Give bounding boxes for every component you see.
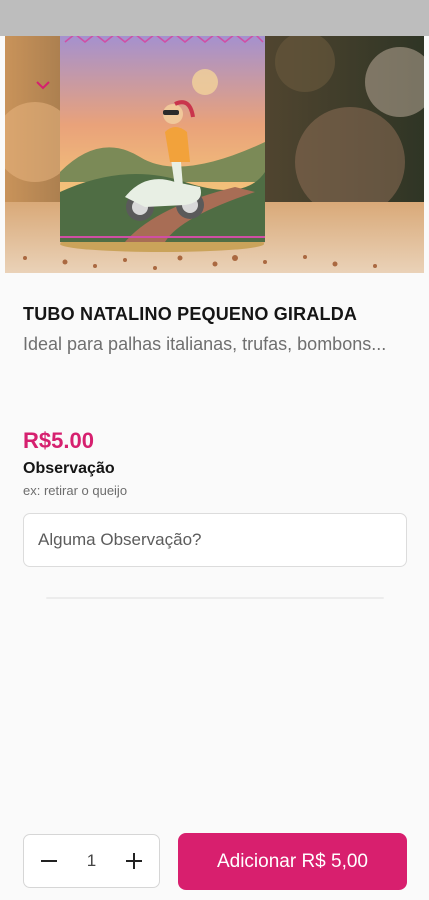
plus-icon[interactable] [123, 850, 145, 872]
status-bar [0, 0, 429, 36]
product-price: R$5.00 [23, 428, 94, 453]
product-description: Ideal para palhas italianas, trufas, bom… [23, 334, 387, 354]
add-to-cart-button[interactable]: Adicionar R$ 5,00 [178, 833, 407, 890]
quantity-value: 1 [86, 851, 97, 870]
product-title: TUBO NATALINO PEQUENO GIRALDA [23, 304, 358, 324]
observation-input[interactable] [23, 513, 407, 567]
divider [46, 597, 384, 599]
product-image [5, 22, 424, 273]
chevron-down-icon[interactable] [34, 78, 52, 92]
quantity-stepper: 1 [23, 834, 160, 888]
product-detail-screen: TUBO NATALINO PEQUENO GIRALDA Ideal para… [0, 0, 429, 900]
observation-hint: ex: retirar o queijo [23, 483, 128, 498]
minus-icon[interactable] [38, 850, 60, 872]
observation-title: Observação [23, 460, 115, 477]
